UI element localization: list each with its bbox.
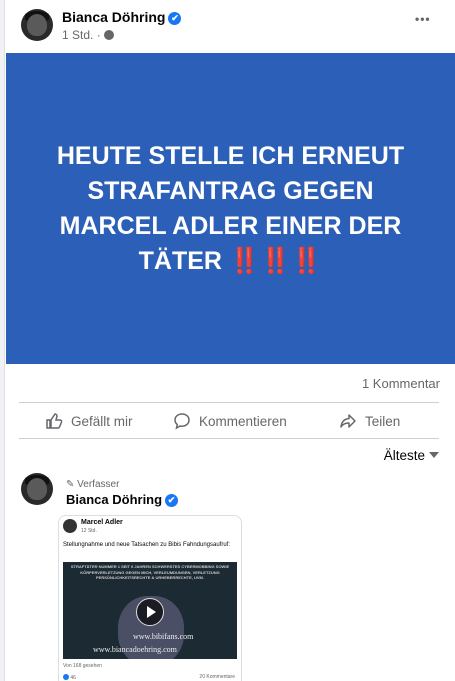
author-role-badge: ✎ Verfasser (66, 479, 119, 490)
post-image-banner[interactable]: HEUTE STELLE ICH ERNEUT STRAFANTRAG GEGE… (6, 53, 455, 364)
embedded-likes: 46 (63, 674, 76, 681)
banner-emoji: ‼️‼️‼️ (228, 246, 323, 275)
embedded-avatar (63, 519, 77, 533)
commenter-avatar[interactable] (21, 473, 53, 505)
commenter-name-text[interactable]: Bianca Döhring (66, 492, 162, 507)
comment-screenshot-image[interactable]: Marcel Adler 12 Std. Stellungnahme und n… (58, 515, 242, 681)
author-avatar[interactable] (21, 9, 53, 41)
divider (19, 402, 439, 403)
verified-icon: ✔ (168, 12, 182, 25)
embedded-time: 12 Std. (81, 528, 97, 534)
divider (19, 438, 439, 439)
like-icon (46, 413, 63, 429)
author-name[interactable]: Bianca Döhring ✔ (62, 9, 182, 25)
embedded-text: Stellungnahme und neue Tatsachen zu Bibi… (63, 542, 231, 548)
embedded-likes-count: 46 (70, 675, 76, 681)
verified-icon: ✔ (165, 494, 179, 507)
like-button[interactable]: Gefällt mir (45, 412, 133, 430)
comment-button[interactable]: Kommentieren (173, 412, 287, 430)
caret-down-icon (429, 452, 439, 458)
more-icon[interactable]: ••• (415, 12, 431, 26)
author-name-text[interactable]: Bianca Döhring (62, 9, 165, 25)
comment-icon (174, 413, 190, 430)
video-url-2: www.biancadoehring.com (93, 645, 177, 654)
comment-label: Kommentieren (199, 413, 287, 429)
embedded-video: STRAFTÄTER NUMMER 1 SEIT 6 JAHREN SCHWER… (63, 562, 237, 659)
commenter-name[interactable]: Bianca Döhring ✔ (66, 492, 179, 507)
share-icon (340, 414, 356, 428)
share-label: Teilen (365, 413, 401, 429)
pencil-icon: ✎ (66, 479, 75, 490)
video-caption: STRAFTÄTER NUMMER 1 SEIT 6 JAHREN SCHWER… (70, 564, 230, 580)
banner-text: HEUTE STELLE ICH ERNEUT STRAFANTRAG GEGE… (51, 139, 411, 279)
video-url-1: www.bibifans.com (133, 632, 194, 641)
post-time-text[interactable]: 1 Std. · (62, 28, 101, 42)
globe-icon (104, 30, 115, 40)
sort-dropdown[interactable]: Älteste (384, 448, 439, 463)
like-reaction-icon (63, 674, 69, 680)
post-card: Bianca Döhring ✔ 1 Std. · ••• HEUTE STELL… (4, 0, 455, 681)
embedded-author: Marcel Adler (81, 519, 123, 526)
sort-label: Älteste (383, 448, 425, 463)
post-time[interactable]: 1 Std. · (62, 28, 115, 42)
embedded-views: Von 168 gesehen (63, 663, 102, 669)
play-icon (136, 598, 164, 626)
like-label: Gefällt mir (71, 413, 133, 429)
comment-count[interactable]: 1 Kommentar (362, 376, 440, 391)
embedded-comments: 20 Kommentare (199, 674, 235, 680)
role-label: Verfasser (77, 479, 120, 490)
share-button[interactable]: Teilen (339, 412, 400, 430)
